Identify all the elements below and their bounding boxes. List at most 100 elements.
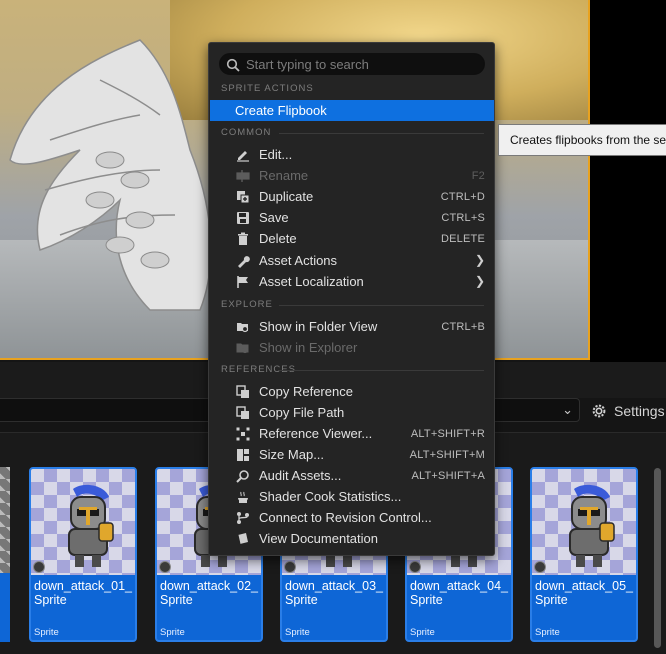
menu-item-create-flipbook[interactable]: Create Flipbook: [210, 100, 494, 121]
asset-thumbnail: [532, 469, 636, 575]
knight-sprite-icon: [569, 484, 615, 567]
save-icon: [236, 211, 250, 225]
asset-type: Sprite: [160, 627, 185, 638]
menu-item-label: Asset Actions: [259, 253, 338, 268]
asset-type: Sprite: [285, 627, 310, 638]
menu-item-shader-cook-statistics[interactable]: Shader Cook Statistics...: [210, 486, 494, 507]
favorite-icon[interactable]: [409, 561, 421, 573]
flag-icon: [236, 275, 250, 289]
menu-item-label: Shader Cook Statistics...: [259, 489, 402, 504]
menu-item-label: Reference Viewer...: [259, 426, 373, 441]
section-header-explore: EXPLORE: [221, 299, 273, 310]
branch-icon: [236, 511, 250, 525]
menu-item-shortcut: F2: [471, 170, 485, 182]
menu-item-label: Connect to Revision Control...: [259, 510, 432, 525]
knight-sprite-icon: [68, 484, 114, 567]
trash-icon: [236, 232, 250, 246]
menu-item-view-documentation[interactable]: View Documentation: [210, 528, 494, 549]
asset-type: Sprite: [34, 627, 59, 638]
menu-divider: [279, 370, 484, 371]
asset-thumbnail-partial: [0, 467, 10, 573]
menu-item-copy-file-path[interactable]: Copy File Path: [210, 402, 494, 423]
menu-item-label: View Documentation: [259, 531, 378, 546]
menu-divider: [279, 133, 484, 134]
asset-type: Sprite: [410, 627, 435, 638]
menu-item-shortcut: CTRL+S: [441, 212, 485, 224]
gear-icon: [592, 404, 606, 418]
favorite-icon[interactable]: [159, 561, 171, 573]
copy-reference-icon: [236, 385, 250, 399]
menu-item-show-in-folder-view[interactable]: Show in Folder View CTRL+B: [210, 316, 494, 337]
menu-item-label: Create Flipbook: [235, 103, 327, 118]
asset-name: down_attack_01_ Sprite: [34, 579, 132, 607]
menu-item-label: Copy File Path: [259, 405, 345, 420]
menu-item-label: Rename: [259, 168, 309, 183]
menu-item-label: Save: [259, 210, 289, 225]
menu-item-asset-actions[interactable]: Asset Actions ❯: [210, 250, 494, 271]
audit-icon: [236, 469, 250, 483]
asset-name: down_attack_03_ Sprite: [285, 579, 383, 607]
asset-name: down_attack_02_ Sprite: [160, 579, 258, 607]
favorite-icon[interactable]: [33, 561, 45, 573]
editor-window: ⌄ Settings down_attack_01_ Sprite Sprite d…: [0, 0, 666, 654]
asset-tile[interactable]: down_attack_01_ Sprite Sprite: [29, 467, 137, 642]
menu-item-label: Audit Assets...: [259, 468, 342, 483]
viewport-dark-region: [590, 0, 666, 362]
rename-icon: [236, 169, 250, 183]
wrench-icon: [236, 254, 250, 268]
menu-item-show-in-explorer[interactable]: Show in Explorer: [210, 337, 494, 358]
asset-grid-scrollbar[interactable]: [654, 468, 661, 648]
tooltip-text: Creates flipbooks from the se: [510, 133, 666, 147]
menu-item-label: Copy Reference: [259, 384, 353, 399]
section-header-sprite-actions: SPRITE ACTIONS: [221, 83, 314, 94]
teapot-icon: [236, 490, 250, 504]
reference-viewer-icon: [236, 427, 250, 441]
menu-item-label: Asset Localization: [259, 274, 364, 289]
context-menu: SPRITE ACTIONS Create Flipbook COMMON Edit.…: [208, 42, 495, 556]
menu-item-rename[interactable]: Rename F2: [210, 165, 494, 186]
menu-divider: [279, 305, 484, 306]
menu-item-edit[interactable]: Edit...: [210, 144, 494, 165]
menu-item-audit-assets[interactable]: Audit Assets... ALT+SHIFT+A: [210, 465, 494, 486]
menu-item-save[interactable]: Save CTRL+S: [210, 207, 494, 228]
menu-item-label: Size Map...: [259, 447, 325, 462]
menu-item-connect-to-revision-control[interactable]: Connect to Revision Control...: [210, 507, 494, 528]
menu-item-label: Show in Folder View: [259, 319, 378, 334]
menu-item-size-map[interactable]: Size Map... ALT+SHIFT+M: [210, 444, 494, 465]
settings-button[interactable]: Settings: [590, 398, 665, 424]
asset-thumbnail: [31, 469, 135, 575]
settings-label: Settings: [614, 403, 665, 419]
book-icon: [236, 532, 250, 546]
menu-item-shortcut: CTRL+D: [440, 191, 485, 203]
folder-search-icon: [236, 320, 250, 334]
duplicate-icon: [236, 190, 250, 204]
search-icon: [226, 58, 240, 72]
menu-item-reference-viewer[interactable]: Reference Viewer... ALT+SHIFT+R: [210, 423, 494, 444]
menu-item-duplicate[interactable]: Duplicate CTRL+D: [210, 186, 494, 207]
menu-item-label: Duplicate: [259, 189, 314, 204]
pencil-icon: [236, 148, 250, 162]
menu-item-shortcut: ALT+SHIFT+R: [410, 428, 485, 440]
menu-item-delete[interactable]: Delete DELETE: [210, 228, 494, 249]
menu-item-shortcut: ALT+SHIFT+A: [411, 470, 485, 482]
search-input[interactable]: [246, 54, 482, 74]
asset-tile[interactable]: down_attack_05_ Sprite Sprite: [530, 467, 638, 642]
menu-item-shortcut: ALT+SHIFT+M: [409, 449, 485, 461]
chevron-down-icon: ⌄: [562, 402, 573, 417]
favorite-icon[interactable]: [534, 561, 546, 573]
tooltip: Creates flipbooks from the se: [498, 124, 666, 156]
menu-item-label: Show in Explorer: [259, 340, 358, 355]
copy-path-icon: [236, 406, 250, 420]
menu-item-label: Delete: [259, 231, 297, 246]
chevron-right-icon: ❯: [474, 253, 485, 267]
section-header-common: COMMON: [221, 127, 272, 138]
explorer-icon: [236, 341, 250, 355]
asset-type: Sprite: [535, 627, 560, 638]
menu-item-label: Edit...: [259, 147, 293, 162]
menu-item-asset-localization[interactable]: Asset Localization ❯: [210, 271, 494, 292]
menu-item-copy-reference[interactable]: Copy Reference: [210, 381, 494, 402]
menu-item-shortcut: DELETE: [441, 233, 485, 245]
menu-search[interactable]: [219, 53, 485, 75]
asset-name: down_attack_05_ Sprite: [535, 579, 633, 607]
favorite-icon[interactable]: [284, 561, 296, 573]
